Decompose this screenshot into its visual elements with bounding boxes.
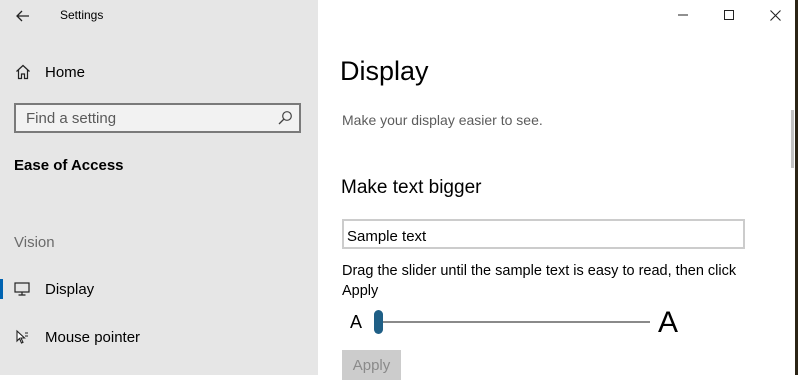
monitor-icon (13, 280, 31, 298)
scrollbar-thumb[interactable] (791, 110, 794, 168)
sample-text-box: Sample text (342, 219, 745, 249)
search-box (14, 103, 301, 133)
home-icon (14, 63, 32, 81)
window-controls (660, 0, 798, 30)
sidebar: Settings Home Ease of Access Vision Disp… (0, 0, 318, 375)
sidebar-item-display[interactable]: Display (0, 274, 318, 304)
text-size-heading: Make text bigger (341, 177, 482, 198)
text-size-slider-row: A A (342, 306, 682, 340)
sidebar-item-label: Display (45, 280, 95, 298)
text-size-slider[interactable] (374, 310, 650, 334)
section-title: Ease of Access (14, 157, 124, 174)
app-title: Settings (60, 8, 104, 22)
apply-button[interactable]: Apply (342, 350, 401, 380)
sidebar-item-label: Mouse pointer (45, 328, 141, 346)
back-arrow-icon (16, 10, 29, 22)
minimize-icon (678, 14, 688, 16)
slider-thumb[interactable] (374, 310, 383, 334)
sample-text: Sample text (347, 228, 427, 245)
minimize-button[interactable] (660, 0, 706, 30)
group-label-vision: Vision (14, 234, 55, 251)
page-title: Display (340, 56, 429, 86)
close-icon (769, 9, 781, 21)
main-content: Display Make your display easier to see.… (318, 0, 798, 380)
nav-home[interactable]: Home (14, 60, 85, 84)
slider-min-label: A (350, 312, 363, 332)
slider-max-label: A (658, 306, 679, 339)
back-button[interactable] (13, 6, 33, 26)
search-icon[interactable] (277, 110, 293, 126)
page-description: Make your display easier to see. (342, 112, 543, 128)
sidebar-item-mouse-pointer[interactable]: Mouse pointer (0, 322, 318, 352)
slider-instruction: Drag the slider until the sample text is… (342, 263, 737, 299)
nav-home-label: Home (45, 63, 86, 81)
maximize-button[interactable] (706, 0, 752, 30)
close-button[interactable] (752, 0, 798, 30)
maximize-icon (724, 10, 734, 20)
search-input[interactable] (16, 105, 276, 131)
mouse-pointer-icon (13, 328, 31, 346)
